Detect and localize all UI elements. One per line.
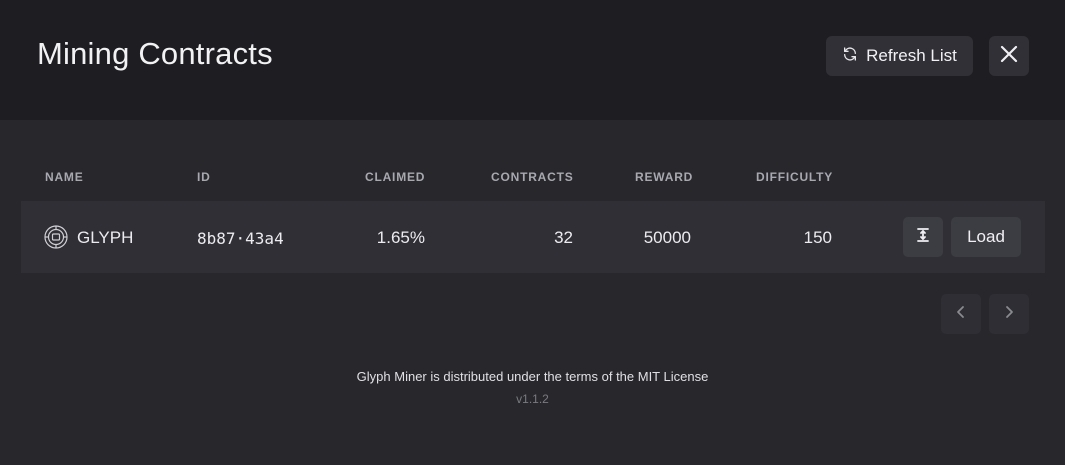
contract-count: 32 [554, 228, 573, 247]
contract-id: 8b87·43a4 [197, 229, 284, 248]
chevron-right-icon [1002, 305, 1016, 324]
license-text: Glyph Miner is distributed under the ter… [356, 369, 709, 384]
load-button[interactable]: Load [951, 217, 1021, 257]
refresh-list-button[interactable]: Refresh List [826, 36, 973, 76]
column-header-id: ID [197, 170, 211, 184]
expand-details-button[interactable] [903, 217, 943, 257]
column-header-name: NAME [45, 170, 84, 184]
version-label: v1.1.2 [516, 392, 549, 406]
contract-name: GLYPH [77, 228, 134, 247]
column-header-reward: REWARD [635, 170, 694, 184]
refresh-icon [842, 46, 858, 67]
contracts-panel: NAME ID CLAIMED CONTRACTS REWARD DIFFICU… [0, 120, 1065, 465]
contract-reward: 50000 [643, 228, 691, 247]
page-title: Mining Contracts [37, 36, 273, 71]
column-header-difficulty: DIFFICULTY [756, 170, 834, 184]
contract-claimed: 1.65% [376, 228, 425, 247]
column-header-contracts: CONTRACTS [491, 170, 574, 184]
close-icon [999, 44, 1019, 69]
glyph-token-icon [44, 225, 68, 249]
modal-header: Mining Contracts Refresh List [0, 0, 1065, 120]
column-header-claimed: CLAIMED [365, 170, 426, 184]
chevron-left-icon [954, 305, 968, 324]
table-row[interactable]: GLYPH 8b87·43a4 1.65% 32 50000 150 Load [21, 201, 1045, 273]
refresh-list-label: Refresh List [866, 46, 957, 65]
next-page-button[interactable] [989, 294, 1029, 334]
expand-vertical-icon [915, 227, 931, 248]
contract-difficulty: 150 [803, 228, 832, 247]
close-button[interactable] [989, 36, 1029, 76]
previous-page-button[interactable] [941, 294, 981, 334]
